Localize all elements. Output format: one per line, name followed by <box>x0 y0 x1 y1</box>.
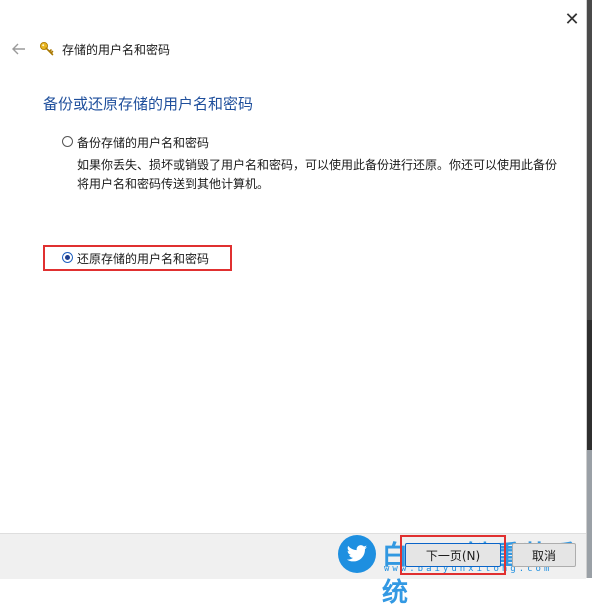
back-button[interactable] <box>9 39 29 59</box>
background-strip <box>587 0 592 578</box>
backup-description: 如果你丢失、损坏或销毁了用户名和密码，可以使用此备份进行还原。你还可以使用此备份… <box>77 158 558 191</box>
next-highlight-box <box>400 535 506 575</box>
restore-radio[interactable] <box>62 252 73 263</box>
twitter-bird-icon <box>338 535 376 573</box>
close-icon: ✕ <box>564 8 580 30</box>
close-button[interactable]: ✕ <box>558 6 586 32</box>
window-title: 存储的用户名和密码 <box>62 43 171 57</box>
dialog-window: ✕ 存储的用户名和密码 备份或还原存储的用户名和密码 备份存储的用户名和密码 如… <box>0 0 587 608</box>
back-arrow-icon <box>12 43 25 55</box>
restore-option-label[interactable]: 还原存储的用户名和密码 <box>77 250 209 267</box>
cancel-button[interactable]: 取消 <box>512 543 576 567</box>
backup-radio[interactable] <box>62 136 73 147</box>
backup-option-label[interactable]: 备份存储的用户名和密码 <box>77 134 209 151</box>
key-icon <box>40 42 54 56</box>
page-heading: 备份或还原存储的用户名和密码 <box>43 95 254 113</box>
